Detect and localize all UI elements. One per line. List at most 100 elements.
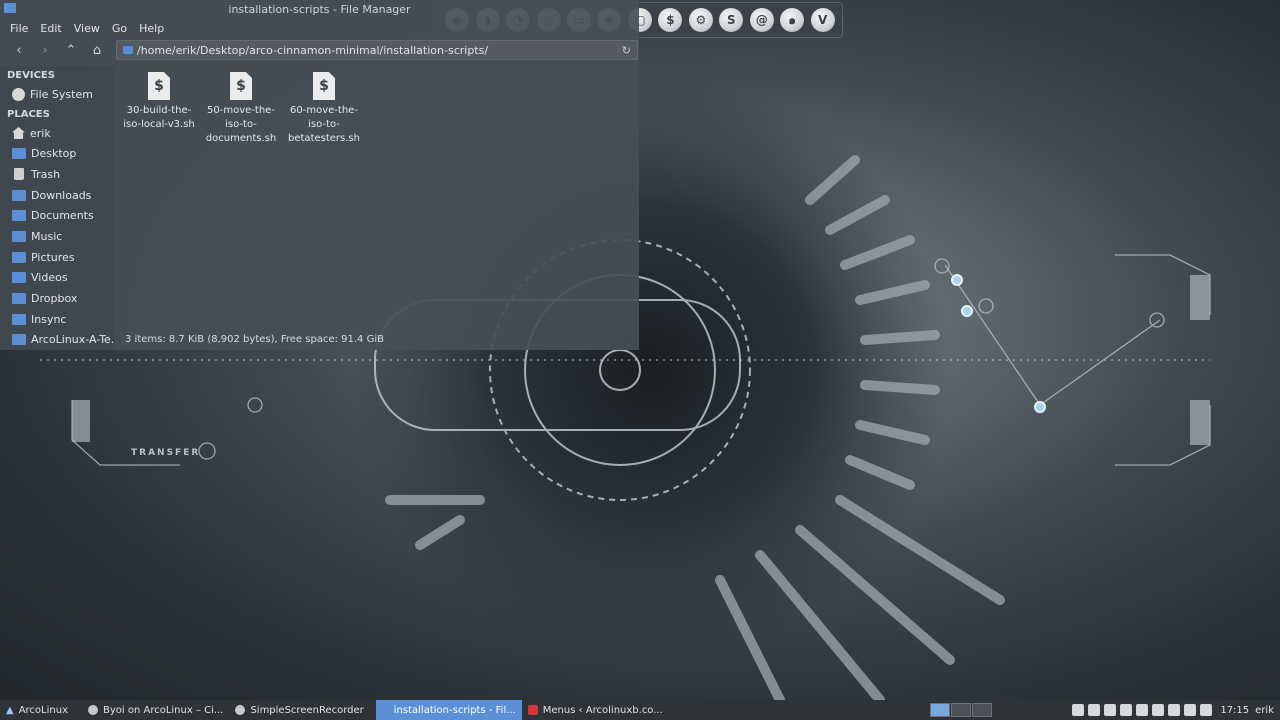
sidebar-item-label: Downloads [31, 188, 92, 202]
menu-go[interactable]: Go [106, 22, 133, 35]
sidebar: DEVICES File System PLACES erik Desktop … [0, 66, 115, 350]
sidebar-item-videos[interactable]: Videos [0, 268, 115, 289]
shell-script-icon: $ [230, 72, 252, 100]
sidebar-item-trash[interactable]: Trash [0, 164, 115, 185]
sidebar-item-dropbox[interactable]: Dropbox [0, 288, 115, 309]
sidebar-item-label: Music [31, 229, 63, 243]
display-icon[interactable] [1184, 704, 1197, 716]
places-header: PLACES [7, 108, 50, 120]
forward-button[interactable]: › [32, 39, 58, 61]
dock-app-swirl-icon[interactable]: @ [749, 8, 774, 32]
network-icon[interactable] [1136, 704, 1149, 716]
folder-icon [12, 334, 26, 346]
folder-icon [12, 189, 26, 201]
system-tray: 17:15 erik [930, 700, 1280, 720]
file-name-line: 30-build-the- [126, 105, 192, 116]
folder-icon [12, 313, 26, 325]
dock-settings-icon[interactable]: ⚙ [688, 8, 713, 32]
sidebar-item-label: Documents [31, 209, 94, 223]
task-label: installation-scripts - Fil... [393, 704, 516, 716]
sidebar-item-label: File System [30, 87, 93, 101]
dock-app-spiral-icon[interactable]: ๑ [780, 8, 805, 32]
settings-icon[interactable] [1152, 704, 1165, 716]
menu-help[interactable]: Help [133, 22, 170, 35]
workspace-1[interactable] [930, 703, 951, 717]
folder-icon [12, 251, 26, 263]
sidebar-item-label: Trash [31, 167, 61, 181]
trash-icon [14, 168, 24, 181]
shell-script-icon: $ [148, 72, 170, 100]
sidebar-item-pictures[interactable]: Pictures [0, 247, 115, 268]
sidebar-item-downloads[interactable]: Downloads [0, 185, 115, 206]
menu-file[interactable]: File [4, 22, 34, 35]
home-button[interactable]: ⌂ [84, 39, 110, 61]
folder-sync-icon[interactable] [1120, 704, 1133, 716]
window-titlebar[interactable]: installation-scripts - File Manager [0, 0, 639, 18]
volume-icon[interactable] [1200, 704, 1213, 716]
sidebar-item-erik[interactable]: erik [0, 123, 115, 144]
sidebar-item-label: Pictures [31, 250, 75, 264]
menu-button-label: ArcoLinux [18, 704, 68, 716]
sidebar-item-music[interactable]: Music [0, 226, 115, 247]
shell-script-icon: $ [313, 72, 335, 100]
sidebar-item-file-system[interactable]: File System [0, 84, 115, 105]
home-icon [12, 127, 25, 140]
sidebar-item-label: Videos [31, 271, 68, 285]
workspace-3[interactable] [972, 703, 993, 717]
clipboard-icon[interactable] [1088, 704, 1101, 716]
sidebar-item-documents[interactable]: Documents [0, 205, 115, 226]
sidebar-item-arcolinux[interactable]: ArcoLinux-A-Te... [0, 330, 115, 350]
dock-vivaldi-icon[interactable]: V [810, 8, 835, 32]
toolbar: ‹ › ⌃ ⌂ /home/erik/Desktop/arco-cinnamon… [0, 38, 639, 62]
file-item[interactable]: $ 60-move-the- iso-to- betatesters.sh [284, 72, 364, 146]
file-item[interactable]: $ 30-build-the- iso-local-v3.sh [119, 72, 199, 132]
sidebar-item-label: Desktop [31, 147, 77, 161]
folder-icon [12, 148, 26, 160]
task-label: Byoi on ArcoLinux – Ci... [103, 704, 224, 716]
file-name-line: betatesters.sh [288, 133, 360, 144]
file-name-line: 50-move-the- [207, 105, 275, 116]
user-name[interactable]: erik [1255, 705, 1274, 716]
menu-view[interactable]: View [68, 22, 106, 35]
dock-terminal-icon[interactable]: $ [658, 8, 683, 32]
devices-header: DEVICES [7, 70, 55, 81]
task-file-manager[interactable]: installation-scripts - Fil... [375, 700, 522, 720]
drive-icon [12, 87, 25, 101]
location-path[interactable]: /home/erik/Desktop/arco-cinnamon-minimal… [137, 44, 622, 57]
workspace-2[interactable] [951, 703, 972, 717]
task-simplescreenrecorder[interactable]: SimpleScreenRecorder [229, 700, 369, 720]
folder-icon [12, 210, 26, 222]
file-manager-window: installation-scripts - File Manager File… [0, 0, 639, 350]
location-bar[interactable]: /home/erik/Desktop/arco-cinnamon-minimal… [116, 40, 638, 60]
file-name-line: iso-to- [225, 119, 257, 130]
reload-icon[interactable]: ↻ [622, 44, 631, 57]
sidebar-item-label: ArcoLinux-A-Te... [31, 333, 115, 347]
folder-icon [12, 272, 26, 284]
sidebar-item-insync[interactable]: Insync [0, 309, 115, 330]
window-title: installation-scripts - File Manager [228, 2, 411, 16]
wallpaper-transfer-text: TRANSFER [131, 448, 200, 458]
task-byoi[interactable]: Byoi on ArcoLinux – Ci... [82, 700, 229, 720]
dock-skype-icon[interactable]: S [719, 8, 744, 32]
folder-icon [12, 293, 26, 305]
menu-edit[interactable]: Edit [34, 22, 67, 35]
status-bar: 3 items: 8.7 KiB (8,902 bytes), Free spa… [125, 333, 384, 345]
file-item[interactable]: $ 50-move-the- iso-to- documents.sh [201, 72, 281, 146]
discord-icon[interactable] [1104, 704, 1117, 716]
task-vivaldi[interactable]: Menus ‹ Arcolinuxb.co... [522, 700, 669, 720]
file-view[interactable]: $ 30-build-the- iso-local-v3.sh $ 50-mov… [115, 66, 639, 328]
file-name-line: iso-to- [308, 119, 340, 130]
sidebar-item-label: erik [30, 126, 51, 140]
up-button[interactable]: ⌃ [58, 39, 84, 61]
task-label: Menus ‹ Arcolinuxb.co... [542, 704, 663, 716]
taskbar: ▲ ArcoLinux Byoi on ArcoLinux – Ci... Si… [0, 700, 1280, 720]
folder-icon [123, 46, 133, 54]
menu-button[interactable]: ▲ ArcoLinux [0, 700, 74, 720]
screenshot-icon[interactable] [1168, 704, 1181, 716]
sidebar-item-label: Dropbox [31, 292, 78, 306]
file-name-line: 60-move-the- [290, 105, 358, 116]
clock[interactable]: 17:15 [1220, 705, 1249, 716]
sidebar-item-desktop[interactable]: Desktop [0, 143, 115, 164]
dropbox-icon[interactable] [1072, 704, 1085, 716]
back-button[interactable]: ‹ [6, 39, 32, 61]
